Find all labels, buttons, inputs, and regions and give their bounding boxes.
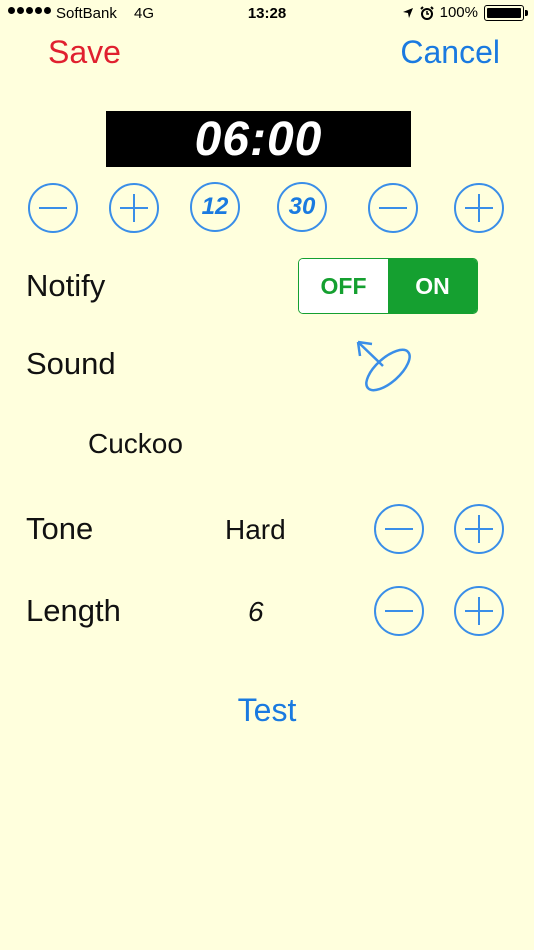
minus-icon: [385, 610, 413, 612]
minute-decrement-button[interactable]: [368, 183, 418, 233]
battery-icon: [484, 4, 528, 21]
minus-icon: [379, 207, 407, 209]
alarm-time-display: 06:00: [106, 111, 411, 167]
cancel-button[interactable]: Cancel: [400, 34, 500, 71]
tone-value: Hard: [225, 514, 286, 545]
location-icon: [402, 7, 413, 18]
notify-on-option[interactable]: ON: [388, 259, 477, 313]
minute-increment-button[interactable]: [454, 183, 504, 233]
save-button[interactable]: Save: [48, 34, 121, 71]
hour-increment-button[interactable]: [109, 183, 159, 233]
hour-preset-button[interactable]: 12: [190, 182, 240, 232]
length-decrement-button[interactable]: [374, 586, 424, 636]
sound-name: Cuckoo: [88, 428, 183, 459]
sound-label: Sound: [26, 346, 116, 381]
minus-icon: [385, 528, 413, 530]
notify-label: Notify: [26, 268, 106, 303]
test-button[interactable]: Test: [0, 692, 534, 729]
length-value: 6: [248, 596, 264, 627]
minus-icon: [39, 207, 67, 209]
status-bar: SoftBank 4G 13:28 100%: [0, 0, 534, 28]
battery-percent: 100%: [439, 4, 478, 21]
length-label: Length: [26, 593, 121, 628]
notify-off-option[interactable]: OFF: [299, 259, 388, 313]
antenna-dish-icon[interactable]: [352, 336, 414, 394]
plus-icon: [465, 597, 493, 625]
plus-icon: [120, 194, 148, 222]
length-increment-button[interactable]: [454, 586, 504, 636]
hour-decrement-button[interactable]: [28, 183, 78, 233]
alarm-icon: [419, 5, 434, 20]
plus-icon: [465, 194, 493, 222]
minute-preset-button[interactable]: 30: [277, 182, 327, 232]
notify-toggle[interactable]: OFF ON: [298, 258, 478, 314]
tone-increment-button[interactable]: [454, 504, 504, 554]
tone-decrement-button[interactable]: [374, 504, 424, 554]
tone-label: Tone: [26, 511, 94, 546]
plus-icon: [465, 515, 493, 543]
